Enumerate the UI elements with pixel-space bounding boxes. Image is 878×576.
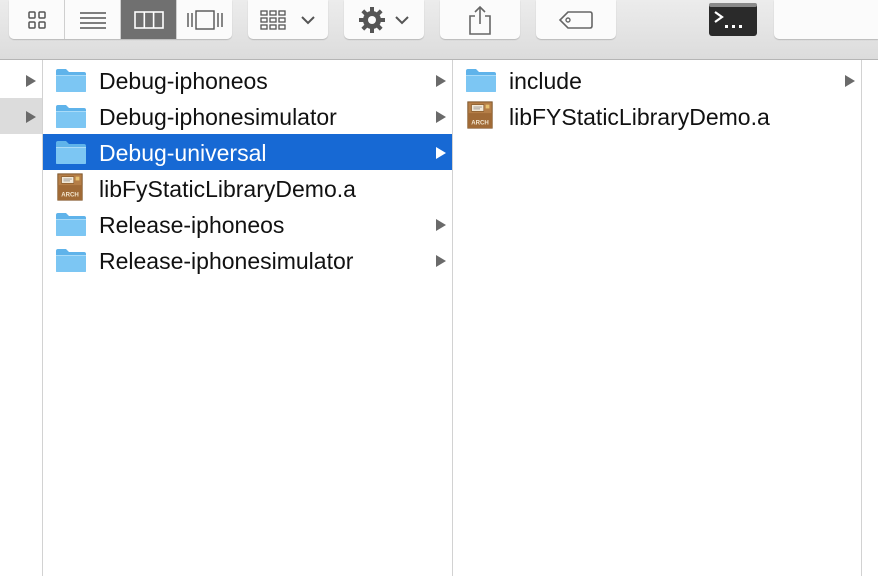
list-item[interactable] xyxy=(0,62,42,98)
archive-icon: ARCH xyxy=(465,101,497,129)
list-icon xyxy=(79,11,106,29)
column-empty xyxy=(862,60,878,576)
list-item-label: include xyxy=(509,68,582,94)
tag-button[interactable] xyxy=(536,0,616,39)
terminal-icon xyxy=(709,3,757,36)
list-item[interactable]: Release-iphoneos xyxy=(43,206,452,242)
folder-icon xyxy=(55,139,87,165)
chevron-down-icon xyxy=(301,15,315,24)
archive-icon: ARCH xyxy=(55,173,87,201)
disclosure-arrow-icon xyxy=(26,111,36,123)
action-button[interactable] xyxy=(344,0,424,39)
view-mode-segmented-control xyxy=(9,0,232,39)
folder-icon xyxy=(55,247,87,273)
list-item[interactable]: include xyxy=(453,62,861,98)
list-item[interactable] xyxy=(0,98,42,134)
list-item-label: Debug-iphonesimulator xyxy=(99,104,337,130)
folder-icon xyxy=(55,103,87,129)
list-item-label: libFYStaticLibraryDemo.a xyxy=(509,104,770,130)
svg-text:ARCH: ARCH xyxy=(61,191,79,198)
column-debug-universal: include ARCH libFYStaticLibraryDemo.a xyxy=(453,60,862,576)
folder-icon xyxy=(55,211,87,237)
coverflow-view-button[interactable] xyxy=(177,0,232,39)
disclosure-arrow-icon xyxy=(26,75,36,87)
list-item-label: Debug-universal xyxy=(99,140,267,166)
tag-icon xyxy=(558,10,593,29)
column-parent xyxy=(0,60,43,576)
terminal-button[interactable] xyxy=(709,3,757,36)
search-field[interactable] xyxy=(774,0,878,39)
column-view-button[interactable] xyxy=(121,0,177,39)
list-item[interactable]: Debug-iphonesimulator xyxy=(43,98,452,134)
disclosure-arrow-icon xyxy=(845,75,855,87)
arrange-grid-icon xyxy=(260,9,286,30)
list-item[interactable]: ARCH libFyStaticLibraryDemo.a xyxy=(43,170,452,206)
chevron-down-icon xyxy=(395,15,409,24)
column-build-products: Debug-iphoneos Debug-iphonesimulator Debug… xyxy=(43,60,453,576)
list-item[interactable]: Release-iphonesimulator xyxy=(43,242,452,278)
list-view-button[interactable] xyxy=(65,0,121,39)
finder-toolbar xyxy=(0,0,878,60)
arrange-button[interactable] xyxy=(248,0,328,39)
list-item-label: libFyStaticLibraryDemo.a xyxy=(99,176,356,202)
disclosure-arrow-icon xyxy=(436,111,446,123)
folder-icon xyxy=(465,67,497,93)
coverflow-icon xyxy=(186,9,223,30)
disclosure-arrow-icon xyxy=(436,147,446,159)
list-item-label: Release-iphonesimulator xyxy=(99,248,354,274)
disclosure-arrow-icon xyxy=(436,255,446,267)
disclosure-arrow-icon xyxy=(436,219,446,231)
list-item-label: Debug-iphoneos xyxy=(99,68,268,94)
share-icon xyxy=(469,5,491,35)
list-item[interactable]: Debug-iphoneos xyxy=(43,62,452,98)
icon-view-button[interactable] xyxy=(9,0,65,39)
disclosure-arrow-icon xyxy=(436,75,446,87)
svg-text:ARCH: ARCH xyxy=(471,119,489,126)
share-button[interactable] xyxy=(440,0,520,39)
grid-icon xyxy=(27,10,46,29)
column-browser: Debug-iphoneos Debug-iphonesimulator Debug… xyxy=(0,60,878,576)
folder-icon xyxy=(55,67,87,93)
list-item[interactable]: ARCH libFYStaticLibraryDemo.a xyxy=(453,98,861,134)
gear-icon xyxy=(359,6,385,33)
columns-icon xyxy=(133,10,164,29)
list-item-label: Release-iphoneos xyxy=(99,212,285,238)
list-item[interactable]: Debug-universal xyxy=(43,134,452,170)
